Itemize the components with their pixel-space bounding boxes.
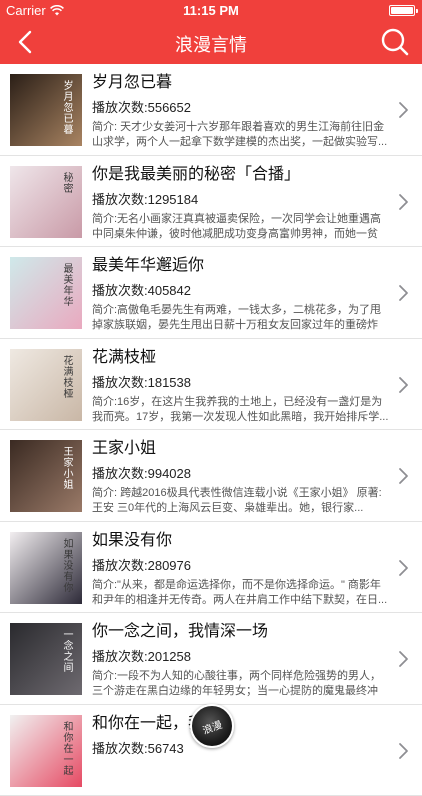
play-count: 播放次数:556652 (92, 97, 390, 119)
item-description: 简介: 天才少女姜河十六岁那年跟着喜欢的男生江海前往旧金山求学，两个人一起拿下数… (92, 120, 390, 150)
play-count: 播放次数:181538 (92, 372, 390, 394)
item-title: 岁月忽已暮 (92, 72, 390, 94)
status-bar: Carrier 11:15 PM (0, 0, 422, 20)
book-cover-text: 一念之间 (59, 629, 74, 673)
item-description: 简介:无名小画家汪真真被逼卖保险，一次同学会让她重遇高中同桌朱仲谦，彼时他减肥成… (92, 212, 390, 242)
page-title: 浪漫言情 (0, 31, 422, 57)
book-cover-image: 岁月忽已暮 (10, 74, 82, 146)
book-cover-text: 如果没有你 (59, 538, 74, 593)
book-cover-image: 如果没有你 (10, 532, 82, 604)
item-description: 简介:"从来，都是命运选择你，而不是你选择命运。" 商影年和尹年的相逢并无传奇。… (92, 578, 390, 608)
item-title: 和你在一起，我 (92, 713, 390, 735)
item-title: 你一念之间，我情深一场 (92, 621, 390, 643)
book-cover-image: 花满枝桠 (10, 349, 82, 421)
list-item[interactable]: 岁月忽已暮岁月忽已暮播放次数:556652简介: 天才少女姜河十六岁那年跟着喜欢… (0, 64, 422, 156)
item-title: 王家小姐 (92, 438, 390, 460)
book-cover-text: 岁月忽已暮 (59, 80, 74, 135)
book-cover-image: 和你在一起 (10, 715, 82, 787)
book-cover-text: 最美年华 (59, 263, 74, 307)
play-count: 播放次数:56743 (92, 738, 390, 760)
item-title: 花满枝桠 (92, 347, 390, 369)
item-info: 如果没有你播放次数:280976简介:"从来，都是命运选择你，而不是你选择命运。… (92, 530, 390, 608)
list-item[interactable]: 王家小姐王家小姐播放次数:994028简介: 跨越2016极具代表性微信连载小说… (0, 430, 422, 522)
item-info: 花满枝桠播放次数:181538简介:16岁，在这片生我养我的土地上，已经没有一盏… (92, 347, 390, 425)
item-info: 王家小姐播放次数:994028简介: 跨越2016极具代表性微信连载小说《王家小… (92, 438, 390, 516)
book-cover-text: 和你在一起 (59, 721, 74, 776)
item-info: 你一念之间，我情深一场播放次数:201258简介:一段不为人知的心酸往事，两个同… (92, 621, 390, 699)
chevron-right-icon (398, 284, 410, 302)
list-item[interactable]: 最美年华 最美年华邂逅你播放次数:405842简介:高傲龟毛晏先生有两难，一钱太多… (0, 247, 422, 339)
item-info: 你是我最美丽的秘密「合播」播放次数:1295184简介:无名小画家汪真真被逼卖保… (92, 164, 390, 242)
play-count: 播放次数:280976 (92, 555, 390, 577)
audiobook-list: 岁月忽已暮岁月忽已暮播放次数:556652简介: 天才少女姜河十六岁那年跟着喜欢… (0, 64, 422, 796)
chevron-right-icon (398, 650, 410, 668)
book-cover-image: 最美年华 (10, 257, 82, 329)
play-count: 播放次数:1295184 (92, 189, 390, 211)
status-time: 11:15 PM (0, 3, 422, 18)
chevron-right-icon (398, 559, 410, 577)
list-item[interactable]: 花满枝桠花满枝桠播放次数:181538简介:16岁，在这片生我养我的土地上，已经… (0, 339, 422, 431)
chevron-right-icon (398, 742, 410, 760)
floating-player-label: 浪漫 (200, 716, 224, 737)
play-count: 播放次数:201258 (92, 646, 390, 668)
chevron-right-icon (398, 376, 410, 394)
list-item[interactable]: 如果没有你如果没有你播放次数:280976简介:"从来，都是命运选择你，而不是你… (0, 522, 422, 614)
item-title: 你是我最美丽的秘密「合播」 (92, 164, 390, 186)
book-cover-text: 花满枝桠 (59, 355, 74, 399)
navigation-bar: 浪漫言情 (0, 20, 422, 64)
book-cover-text: 王家小姐 (59, 446, 74, 490)
play-count: 播放次数:405842 (92, 280, 390, 302)
battery-icon (389, 5, 415, 16)
search-button[interactable] (378, 25, 412, 59)
item-description: 简介: 跨越2016极具代表性微信连载小说《王家小姐》 原著: 王安 三0年代的… (92, 486, 390, 516)
item-title: 最美年华邂逅你 (92, 255, 390, 277)
list-item[interactable]: 秘密你是我最美丽的秘密「合播」播放次数:1295184简介:无名小画家汪真真被逼… (0, 156, 422, 248)
item-description: 简介:一段不为人知的心酸往事，两个同样危险强势的男人，三个游走在黑白边缘的年轻男… (92, 669, 390, 699)
book-cover-image: 一念之间 (10, 623, 82, 695)
item-description: 简介:高傲龟毛晏先生有两难，一钱太多，二桃花多，为了甩掉家族联姻，晏先生甩出日薪… (92, 303, 390, 333)
chevron-right-icon (398, 101, 410, 119)
item-description: 简介:16岁，在这片生我养我的土地上，已经没有一盏灯是为我而亮。17岁，我第一次… (92, 395, 390, 425)
book-cover-image: 秘密 (10, 166, 82, 238)
list-item[interactable]: 一念之间 你一念之间，我情深一场播放次数:201258简介:一段不为人知的心酸往事… (0, 613, 422, 705)
item-info: 最美年华邂逅你播放次数:405842简介:高傲龟毛晏先生有两难，一钱太多，二桃花… (92, 255, 390, 333)
item-info: 岁月忽已暮播放次数:556652简介: 天才少女姜河十六岁那年跟着喜欢的男生江海… (92, 72, 390, 150)
play-count: 播放次数:994028 (92, 463, 390, 485)
item-title: 如果没有你 (92, 530, 390, 552)
book-cover-image: 王家小姐 (10, 440, 82, 512)
floating-player-button[interactable]: 浪漫 (190, 704, 234, 748)
item-info: 和你在一起，我播放次数:56743 (92, 713, 390, 791)
chevron-right-icon (398, 467, 410, 485)
book-cover-text: 秘密 (59, 172, 74, 194)
chevron-right-icon (398, 193, 410, 211)
item-description (92, 761, 390, 791)
